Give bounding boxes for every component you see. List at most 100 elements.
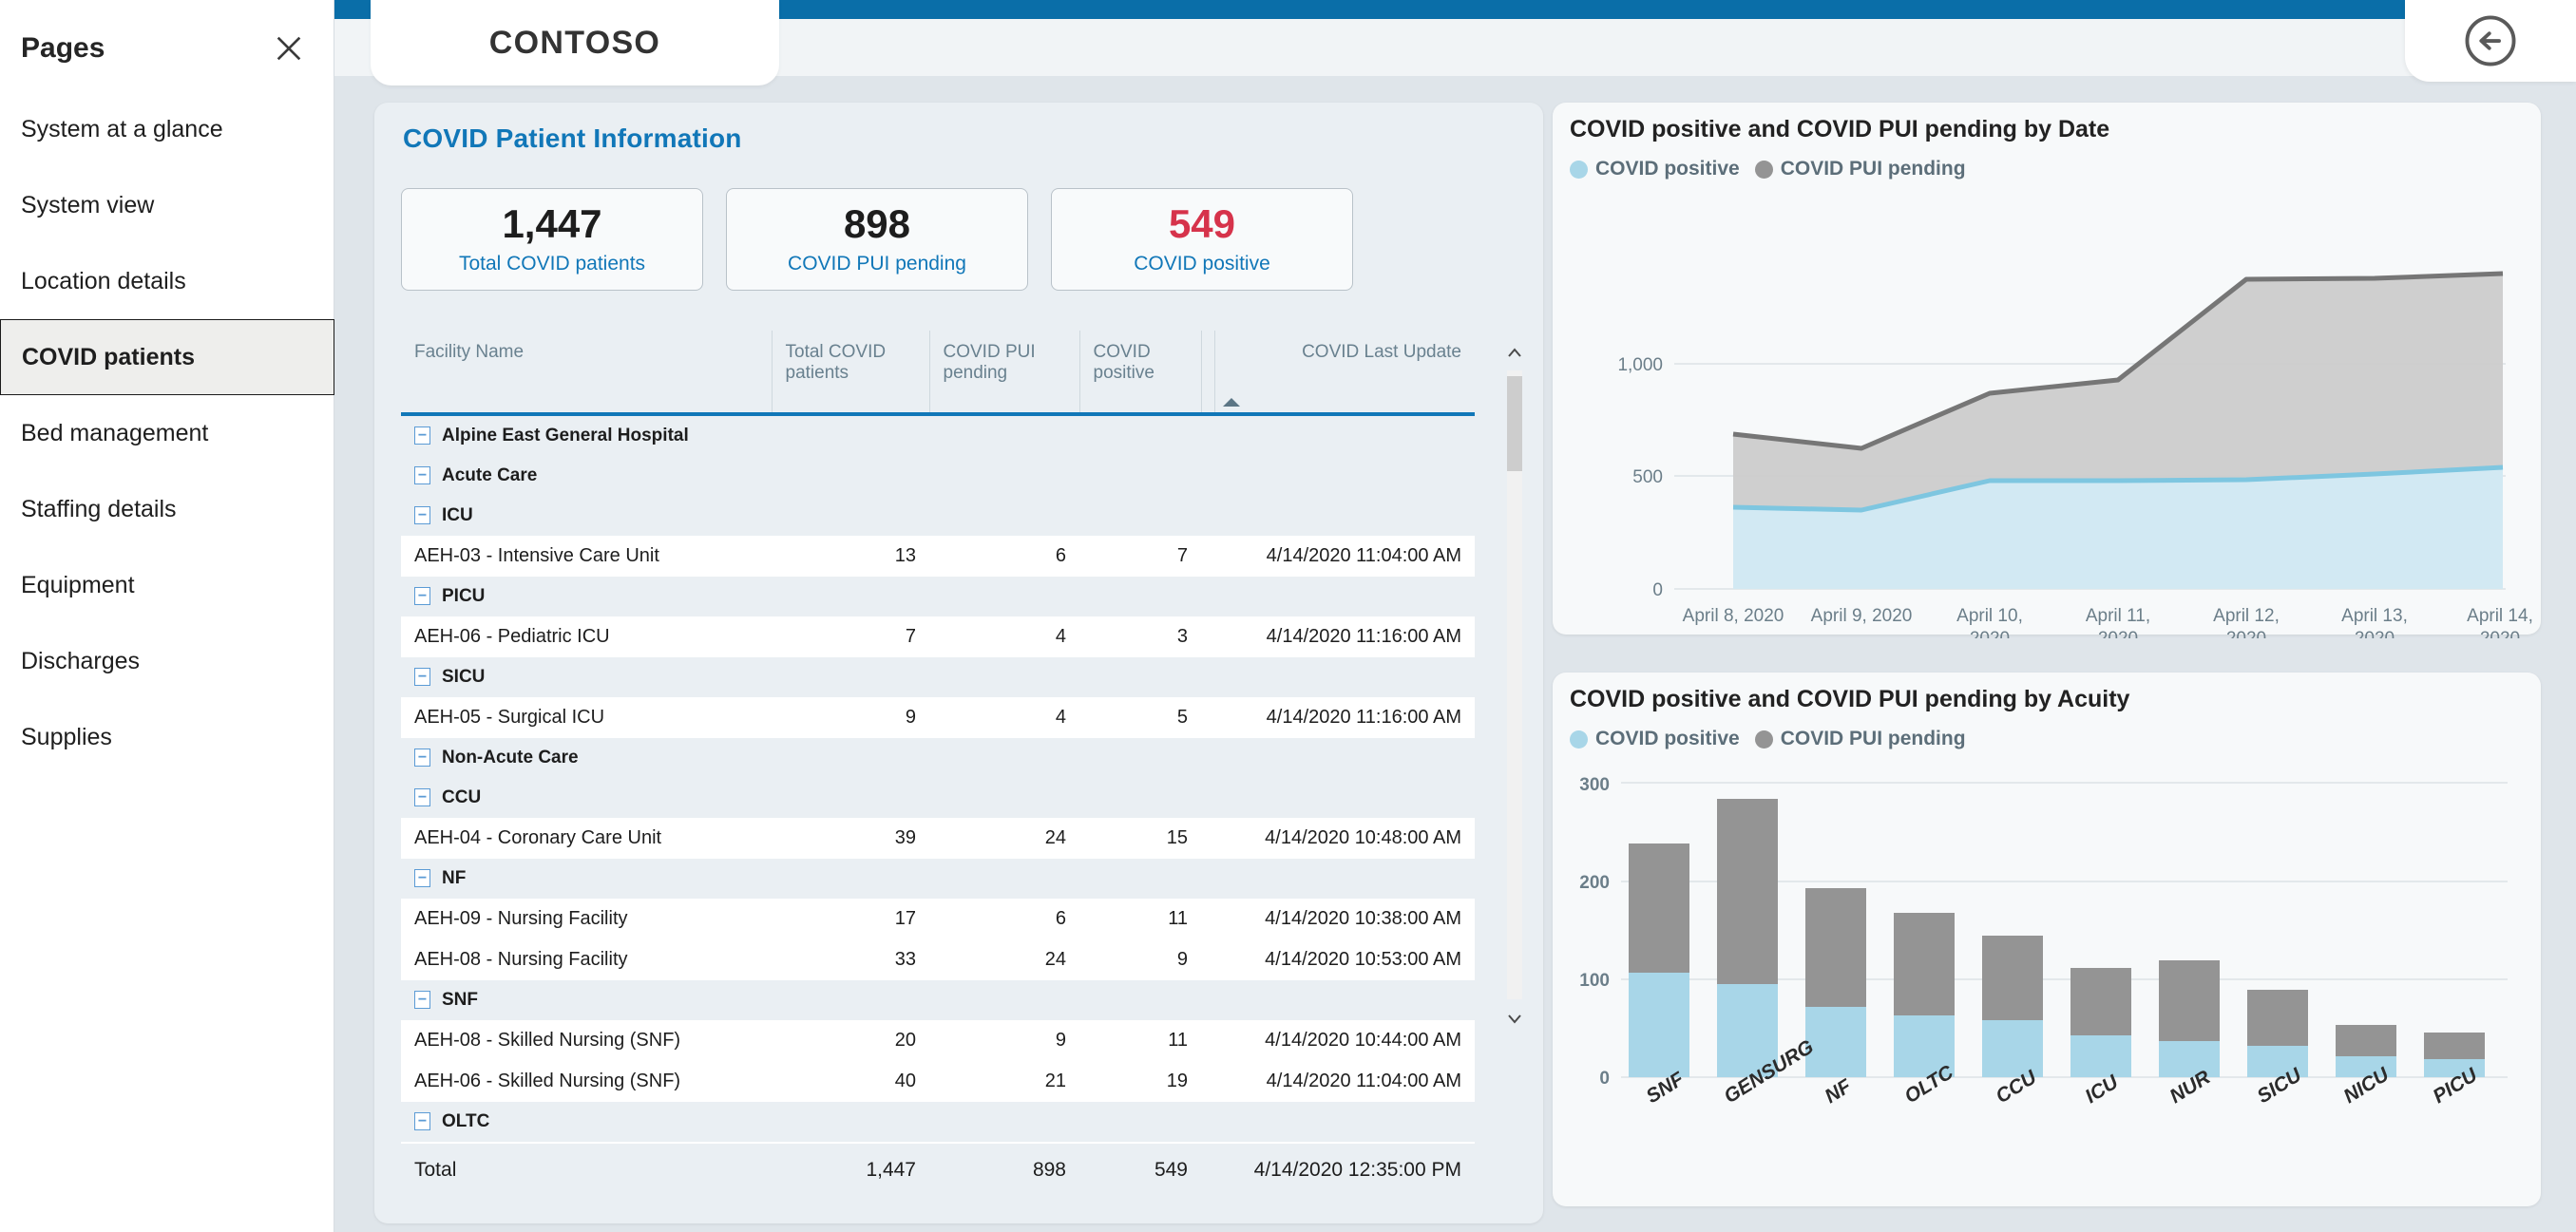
y-tick-1000: 1,000 [1617, 355, 1663, 375]
table-row[interactable]: AEH-04 - Coronary Care Unit 39 24 15 4/1… [401, 818, 1475, 859]
table-row[interactable]: − Alpine East General Hospital [401, 414, 1475, 456]
bar-positive-ccu[interactable] [1982, 1020, 2043, 1077]
table-row[interactable]: − PICU [401, 577, 1475, 616]
covid-patient-information-card: COVID Patient Information 1,447 Total CO… [374, 103, 1543, 1223]
col-covid-last-update[interactable]: COVID Last Update [1213, 331, 1475, 416]
cell-spacer [1201, 536, 1214, 577]
collapse-icon[interactable]: − [414, 506, 430, 525]
collapse-icon[interactable]: − [414, 1112, 430, 1131]
collapse-icon[interactable]: − [414, 991, 430, 1010]
brand-tab[interactable]: CONTOSO [371, 0, 779, 85]
col-facility-name[interactable]: Facility Name [401, 331, 772, 416]
bar-pending-sicu[interactable] [2247, 990, 2308, 1046]
table-row[interactable]: − NF [401, 859, 1475, 899]
cell-total: 13 [772, 536, 929, 577]
table-row[interactable]: − ICU [401, 496, 1475, 536]
scrollbar-thumb[interactable] [1507, 376, 1522, 471]
kpi-label: Total COVID patients [458, 253, 646, 275]
sidebar-item-equipment[interactable]: Equipment [0, 547, 334, 623]
bar-positive-nf[interactable] [1805, 1007, 1866, 1077]
sidebar-item-covid-patients[interactable]: COVID patients [0, 319, 334, 395]
legend-item-covid-pui-pending[interactable]: COVID PUI pending [1754, 728, 1966, 750]
table-row[interactable]: AEH-09 - Nursing Facility 17 6 11 4/14/2… [401, 899, 1475, 939]
cell-total: 33 [772, 939, 929, 980]
sidebar-item-location-details[interactable]: Location details [0, 243, 334, 319]
x-tick-label: 2020 [1970, 629, 2010, 638]
dashboard-root: CONTOSO Pages System at a glance System … [0, 0, 2576, 1232]
cell-facility-name: AEH-06 - Pediatric ICU [401, 616, 772, 657]
table-row[interactable]: − CCU [401, 778, 1475, 818]
bar-positive-icu[interactable] [2070, 1035, 2131, 1077]
collapse-icon[interactable]: − [414, 668, 430, 687]
collapse-icon[interactable]: − [414, 749, 430, 768]
sidebar-item-supplies[interactable]: Supplies [0, 699, 334, 775]
table-row[interactable]: − Acute Care [401, 456, 1475, 496]
sidebar-item-staffing-details[interactable]: Staffing details [0, 471, 334, 547]
scroll-down-icon[interactable] [1505, 1009, 1524, 1028]
bar-pending-oltc[interactable] [1894, 913, 1955, 1015]
table-row[interactable]: AEH-03 - Intensive Care Unit 13 6 7 4/14… [401, 536, 1475, 577]
scroll-up-icon[interactable] [1505, 344, 1524, 363]
sidebar-item-system-at-a-glance[interactable]: System at a glance [0, 91, 334, 167]
bar-pending-nicu[interactable] [2336, 1025, 2396, 1056]
chart-legend: COVID positive COVID PUI pending [1570, 728, 1966, 750]
col-covid-positive[interactable]: COVID positive [1078, 331, 1201, 416]
bar-positive-nur[interactable] [2159, 1041, 2220, 1077]
cell-pending: 24 [929, 939, 1079, 980]
legend-item-covid-positive[interactable]: COVID positive [1570, 158, 1740, 180]
bar-pending-picu[interactable] [2424, 1033, 2485, 1059]
collapse-icon[interactable]: − [414, 869, 430, 888]
table-row[interactable]: − SNF [401, 980, 1475, 1020]
cell-facility-name: AEH-05 - Surgical ICU [401, 697, 772, 738]
cell-spacer [1201, 818, 1214, 859]
area-chart-plot[interactable]: 0 500 1,000 April 8, 2020 April 9, 2020 … [1553, 192, 2541, 638]
bar-positive-snf[interactable] [1629, 973, 1689, 1077]
bar-pending-ccu[interactable] [1982, 936, 2043, 1020]
sidebar-item-bed-management[interactable]: Bed management [0, 395, 334, 471]
table-row[interactable]: − SICU [401, 657, 1475, 697]
legend-item-covid-positive[interactable]: COVID positive [1570, 728, 1740, 750]
collapse-icon[interactable]: − [414, 587, 430, 606]
sort-ascending-icon [1222, 398, 1240, 407]
sidebar-item-label: Equipment [21, 571, 135, 598]
collapse-icon[interactable]: − [414, 466, 430, 485]
bar-pending-icu[interactable] [2070, 968, 2131, 1035]
pages-title: Pages [21, 32, 105, 64]
kpi-covid-positive[interactable]: 549 COVID positive [1051, 188, 1353, 291]
cell-pending: 6 [929, 536, 1079, 577]
table-row[interactable]: AEH-06 - Skilled Nursing (SNF) 40 21 19 … [401, 1061, 1475, 1102]
sidebar-item-discharges[interactable]: Discharges [0, 623, 334, 699]
sidebar-item-system-view[interactable]: System view [0, 167, 334, 243]
collapse-icon[interactable]: − [414, 788, 430, 807]
cell-total-label: Total [401, 1142, 772, 1191]
col-total-covid-patients[interactable]: Total COVID patients [771, 331, 929, 416]
table-row[interactable]: AEH-08 - Nursing Facility 33 24 9 4/14/2… [401, 939, 1475, 980]
x-tick-label: April 12, [2213, 606, 2280, 626]
col-covid-pui-pending[interactable]: COVID PUI pending [928, 331, 1079, 416]
table-header-row: Facility Name Total COVID patients COVID… [401, 331, 1475, 416]
table-row[interactable]: AEH-05 - Surgical ICU 9 4 5 4/14/2020 11… [401, 697, 1475, 738]
kpi-total-covid-patients[interactable]: 1,447 Total COVID patients [401, 188, 703, 291]
back-button[interactable] [2405, 0, 2576, 82]
cell-pending: 4 [929, 616, 1079, 657]
bar-pending-gensurg[interactable] [1717, 799, 1778, 984]
bar-pending-snf[interactable] [1629, 843, 1689, 973]
row-label: SNF [442, 990, 478, 1010]
bar-pending-nf[interactable] [1805, 888, 1866, 1007]
legend-item-covid-pui-pending[interactable]: COVID PUI pending [1754, 158, 1966, 180]
table-row[interactable]: AEH-08 - Skilled Nursing (SNF) 20 9 11 4… [401, 1020, 1475, 1061]
cell-positive: 5 [1079, 697, 1201, 738]
kpi-covid-pui-pending[interactable]: 898 COVID PUI pending [726, 188, 1028, 291]
bar-chart-plot[interactable]: 0 100 200 300 SNF GENSURG NF OLTC CCU IC… [1553, 762, 2541, 1208]
legend-swatch-icon [1754, 160, 1773, 179]
close-icon[interactable] [273, 32, 305, 65]
table-scrollbar[interactable] [1501, 338, 1526, 1032]
x-tick-label: April 9, 2020 [1811, 606, 1913, 626]
bar-pending-nur[interactable] [2159, 960, 2220, 1041]
sidebar-item-label: System view [21, 191, 155, 218]
cell-last-update: 4/14/2020 10:53:00 AM [1214, 939, 1475, 980]
table-row[interactable]: − Non-Acute Care [401, 738, 1475, 778]
collapse-icon[interactable]: − [414, 426, 430, 445]
table-row[interactable]: AEH-06 - Pediatric ICU 7 4 3 4/14/2020 1… [401, 616, 1475, 657]
table-row[interactable]: − OLTC [401, 1102, 1475, 1143]
